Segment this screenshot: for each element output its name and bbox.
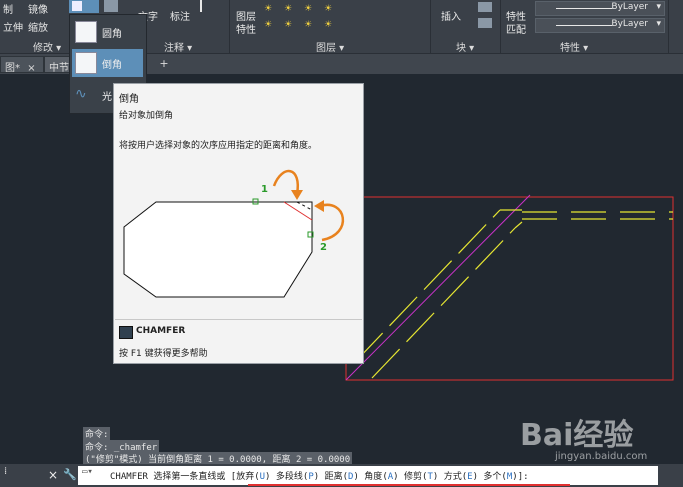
menu-item-label: 光 <box>102 92 112 103</box>
array-icon[interactable] <box>104 0 118 12</box>
layer-on-icon[interactable]: ☀ <box>324 20 332 30</box>
option-multiple[interactable]: 多个(M) <box>483 472 517 482</box>
tab-drawing-1[interactable]: 图* × <box>0 56 44 74</box>
command-prompt-text: CHAMFER 选择第一条直线或 [放弃(U) 多段线(P) 距离(D) 角度(… <box>110 472 529 482</box>
menu-item-fillet[interactable]: 圆角 <box>72 18 143 46</box>
block-create-icon[interactable] <box>478 2 492 12</box>
menu-item-chamfer[interactable]: 倒角 <box>72 49 143 77</box>
option-distance[interactable]: 距离(D) <box>325 472 359 482</box>
lineweight-value: ByLayer <box>611 19 648 29</box>
close-icon[interactable]: × <box>27 63 35 74</box>
linetype-value: ByLayer <box>611 2 648 12</box>
magenta-centerline[interactable] <box>345 194 531 381</box>
ribbon-separator <box>229 0 230 53</box>
marker-1-label: 1 <box>261 184 268 195</box>
tooltip-command-name: CHAMFER <box>136 326 186 336</box>
chevron-down-icon: ▾ <box>656 19 661 29</box>
ribbon-separator <box>500 0 501 53</box>
marker-2-label: 2 <box>320 242 327 253</box>
command-history-line: 命令: <box>83 427 111 440</box>
lineweight-dropdown[interactable]: ByLayer ▾ <box>535 18 665 33</box>
tab-label: 图* <box>5 63 20 74</box>
blend-curves-icon: ∿ <box>75 86 87 102</box>
chamfer-illustration <box>123 169 344 298</box>
layer-match-icon[interactable]: ☀ <box>264 20 272 30</box>
baidu-watermark: Bai经验 <box>520 418 634 453</box>
tooltip-divider <box>115 319 362 320</box>
lightbulb-icon[interactable]: ☀ <box>264 4 272 14</box>
layer-tools-grid: ☀ ☀ ☀ ☀ ☀ ☀ ☀ ☀ <box>262 2 422 34</box>
tooltip-subtitle: 给对象加倒角 <box>119 111 174 121</box>
layer-freeze-icon[interactable]: ☀ <box>284 4 292 14</box>
customize-wrench-icon[interactable]: 🔧 <box>63 468 77 481</box>
menu-item-label: 倒角 <box>102 60 122 71</box>
red-underline-annotation <box>248 484 570 486</box>
option-undo[interactable]: 放弃(U) <box>236 472 270 482</box>
close-icon[interactable]: × <box>48 468 58 482</box>
new-tab-button[interactable]: + <box>156 57 172 71</box>
menu-item-label: 圆角 <box>102 29 122 40</box>
leader-icon[interactable] <box>200 0 218 12</box>
layer-isolate-icon[interactable]: ☀ <box>324 4 332 14</box>
scale-button[interactable]: 缩放 <box>28 19 48 34</box>
tooltip-help-text: 按 F1 键获得更多帮助 <box>119 349 208 359</box>
layer-panel-title[interactable]: 图层 ▾ <box>316 39 344 54</box>
drag-handle-icon[interactable]: ⁞ <box>4 466 7 477</box>
mirror-button[interactable]: 镜像 <box>28 1 48 16</box>
recent-commands-icon[interactable]: ▭▾ <box>82 467 93 477</box>
layer-walk-icon[interactable]: ☀ <box>284 20 292 30</box>
ribbon-separator <box>430 0 431 53</box>
annotation-panel-title[interactable]: 注释 ▾ <box>164 39 192 54</box>
dimension-button[interactable]: 标注 <box>170 8 190 23</box>
match-properties-label: 匹配 <box>506 25 526 36</box>
tab-label: 中节 <box>49 63 69 74</box>
chamfer-icon <box>75 52 97 74</box>
option-trim[interactable]: 修剪(T) <box>404 472 438 482</box>
fillet-dropdown-button[interactable] <box>69 0 99 13</box>
modify-panel-title[interactable]: 修改 ▾ <box>33 39 61 54</box>
layer-properties-label: 特性 <box>236 25 256 36</box>
fillet-icon <box>75 21 97 43</box>
properties-panel-title[interactable]: 特性 ▾ <box>560 39 588 54</box>
red-rectangle[interactable] <box>345 196 674 381</box>
ribbon-separator <box>668 0 669 53</box>
option-angle[interactable]: 角度(A) <box>364 472 398 482</box>
layer-lock-icon[interactable]: ☀ <box>304 4 312 14</box>
tooltip-description: 将按用户选择对象的次序应用指定的距离和角度。 <box>119 141 318 151</box>
baidu-watermark-url: jingyan.baidu.com <box>555 451 648 462</box>
linetype-dropdown[interactable]: ByLayer ▾ <box>535 1 665 16</box>
copy-label[interactable]: 制 <box>3 1 13 16</box>
chamfer-icon <box>72 1 82 11</box>
layer-off-icon[interactable]: ☀ <box>304 20 312 30</box>
block-panel-title[interactable]: 块 ▾ <box>456 39 474 54</box>
command-icon <box>119 326 133 339</box>
chevron-down-icon: ▾ <box>656 2 661 12</box>
block-edit-icon[interactable] <box>478 18 492 28</box>
option-method[interactable]: 方式(E) <box>444 472 478 482</box>
yellow-dashed-line[interactable] <box>354 209 501 363</box>
yellow-dashed-line[interactable] <box>371 227 516 379</box>
insert-button[interactable]: 插入 <box>441 8 461 23</box>
yellow-line[interactable] <box>514 221 523 229</box>
chamfer-tooltip: 倒角 给对象加倒角 将按用户选择对象的次序应用指定的距离和角度。 1 2 CHA… <box>113 83 364 364</box>
tooltip-title: 倒角 <box>119 94 139 105</box>
option-polyline[interactable]: 多段线(P) <box>276 472 319 482</box>
command-input[interactable]: ▭▾ CHAMFER 选择第一条直线或 [放弃(U) 多段线(P) 距离(D) … <box>78 466 658 485</box>
stretch-button[interactable]: 立伸 <box>3 19 23 34</box>
